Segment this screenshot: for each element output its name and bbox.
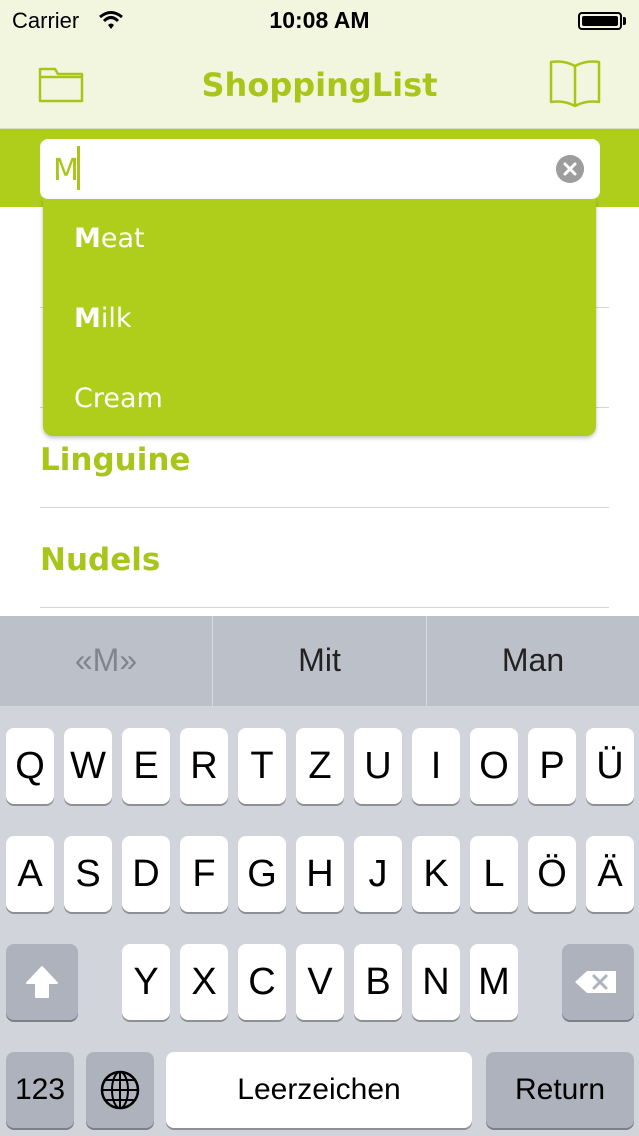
status-time: 10:08 AM	[269, 7, 370, 33]
delete-key[interactable]	[562, 944, 634, 1020]
key-oe[interactable]: Ö	[528, 836, 576, 912]
suggestion-rest: Cream	[74, 383, 163, 414]
suggestion-label: Cream	[74, 383, 163, 414]
suggestion-rest: eat	[100, 223, 145, 254]
key-b[interactable]: B	[354, 944, 402, 1020]
navigation-bar: ShoppingList	[0, 40, 639, 129]
suggestion-label: Milk	[74, 303, 132, 334]
suggestion-item[interactable]: Milk	[43, 281, 596, 361]
suggestion-rest: ilk	[100, 303, 132, 334]
key-v[interactable]: V	[296, 944, 344, 1020]
key-q[interactable]: Q	[6, 728, 54, 804]
key-o[interactable]: O	[470, 728, 518, 804]
key-f[interactable]: F	[180, 836, 228, 912]
key-u[interactable]: U	[354, 728, 402, 804]
key-p[interactable]: P	[528, 728, 576, 804]
key-r[interactable]: R	[180, 728, 228, 804]
key-d[interactable]: D	[122, 836, 170, 912]
suggestion-match: M	[74, 223, 101, 254]
prediction-item[interactable]: Mit	[213, 616, 426, 706]
key-s[interactable]: S	[64, 836, 112, 912]
prediction-item[interactable]: «M»	[0, 616, 212, 706]
suggestion-dropdown: Meat Milk Cream	[43, 199, 596, 436]
key-w[interactable]: W	[64, 728, 112, 804]
space-key[interactable]: Leerzeichen	[166, 1052, 472, 1128]
shift-icon	[26, 966, 58, 998]
key-g[interactable]: G	[238, 836, 286, 912]
key-ae[interactable]: Ä	[586, 836, 634, 912]
key-a[interactable]: A	[6, 836, 54, 912]
battery-icon	[578, 12, 622, 30]
page-title: ShoppingList	[201, 66, 438, 104]
list-item-label: Nudels	[40, 542, 161, 578]
suggestion-item[interactable]: Cream	[43, 361, 596, 441]
numbers-key[interactable]: 123	[6, 1052, 74, 1128]
battery-tip	[623, 17, 626, 25]
key-m[interactable]: M	[470, 944, 518, 1020]
prediction-item[interactable]: Man	[427, 616, 639, 706]
suggestion-label: Meat	[74, 223, 145, 254]
search-input[interactable]: M	[40, 139, 600, 199]
suggestion-item[interactable]: Meat	[43, 201, 596, 281]
book-icon[interactable]	[548, 58, 602, 108]
status-bar: Carrier 10:08 AM	[0, 0, 639, 40]
key-t[interactable]: T	[238, 728, 286, 804]
key-e[interactable]: E	[122, 728, 170, 804]
suggestion-match: M	[74, 303, 101, 334]
clear-icon[interactable]	[556, 155, 584, 183]
key-k[interactable]: K	[412, 836, 460, 912]
list-item-label: Linguine	[40, 442, 191, 478]
text-caret	[77, 146, 80, 190]
key-i[interactable]: I	[412, 728, 460, 804]
key-ue[interactable]: Ü	[586, 728, 634, 804]
list-item[interactable]: Nudels	[40, 508, 609, 608]
globe-key[interactable]	[86, 1052, 154, 1128]
search-input-text: M	[53, 153, 79, 188]
key-z[interactable]: Z	[296, 728, 344, 804]
key-h[interactable]: H	[296, 836, 344, 912]
backspace-icon	[575, 971, 616, 993]
key-x[interactable]: X	[180, 944, 228, 1020]
return-key[interactable]: Return	[486, 1052, 634, 1128]
key-l[interactable]: L	[470, 836, 518, 912]
key-y[interactable]: Y	[122, 944, 170, 1020]
key-n[interactable]: N	[412, 944, 460, 1020]
shift-key[interactable]	[6, 944, 78, 1020]
key-c[interactable]: C	[238, 944, 286, 1020]
globe-icon	[100, 1070, 140, 1110]
key-j[interactable]: J	[354, 836, 402, 912]
